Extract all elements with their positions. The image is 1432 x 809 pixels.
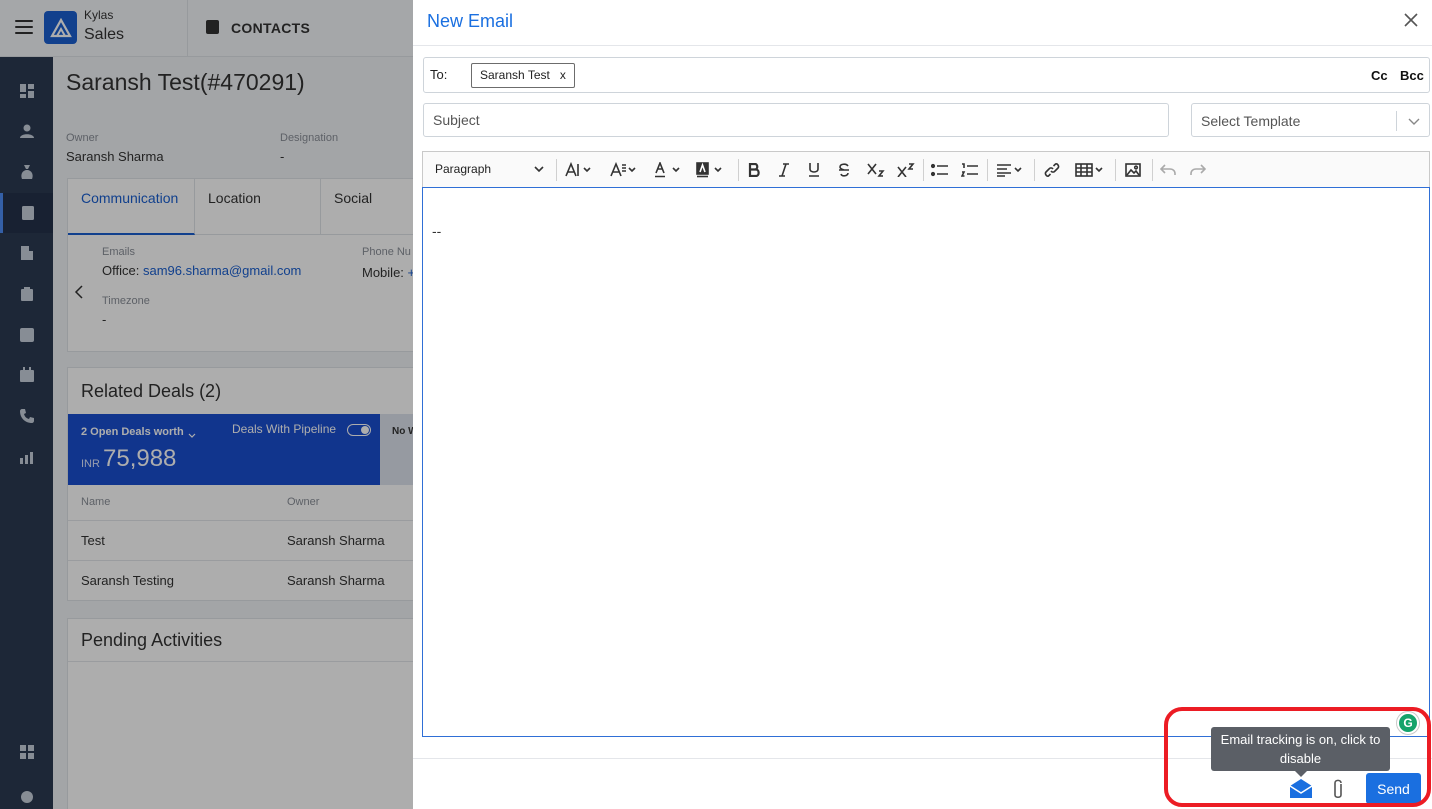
numbered-list-icon[interactable] [959,152,981,187]
link-icon[interactable] [1041,152,1063,187]
paragraph-style-label: Paragraph [435,162,492,176]
font-size-icon[interactable] [562,152,598,187]
text-align-icon[interactable] [993,152,1029,187]
subscript-icon[interactable] [865,152,887,187]
paragraph-style-dropdown[interactable]: Paragraph [423,152,555,187]
modal-backdrop[interactable] [0,0,413,809]
recipient-chip: Saransh Test x [471,63,575,88]
grammarly-icon[interactable]: G [1397,712,1419,734]
modal-title: New Email [427,11,514,31]
cc-button[interactable]: Cc [1371,68,1388,83]
italic-icon[interactable] [775,152,793,187]
send-button[interactable]: Send [1366,773,1421,804]
superscript-icon[interactable] [895,152,917,187]
redo-icon[interactable] [1187,152,1209,187]
header-divider [413,45,1432,46]
font-family-icon[interactable] [607,152,643,187]
attachment-icon[interactable] [1329,776,1347,800]
new-email-modal: New Email To: Saransh Test x Cc Bcc Sele… [413,0,1432,809]
signature-separator: -- [432,223,442,239]
font-color-icon[interactable] [651,152,687,187]
remove-recipient-icon[interactable]: x [560,64,566,87]
to-field[interactable]: To: Saransh Test x Cc Bcc [423,57,1430,93]
template-select[interactable]: Select Template [1191,103,1430,137]
bcc-button[interactable]: Bcc [1400,68,1424,83]
template-placeholder: Select Template [1201,113,1301,129]
underline-icon[interactable] [805,152,823,187]
strikethrough-icon[interactable] [835,152,853,187]
to-label: To: [430,67,448,82]
image-icon[interactable] [1122,152,1144,187]
email-tracking-icon[interactable] [1289,777,1313,799]
bold-icon[interactable] [745,152,763,187]
undo-icon[interactable] [1157,152,1179,187]
email-tracking-tooltip: Email tracking is on, click to disable [1211,727,1390,777]
editor-toolbar: Paragraph [422,151,1430,188]
email-body-editor[interactable]: -- G [422,187,1430,737]
table-icon[interactable] [1073,152,1109,187]
bulleted-list-icon[interactable] [929,152,951,187]
chevron-down-icon[interactable] [1407,114,1421,128]
background-color-icon[interactable] [693,152,729,187]
recipient-name: Saransh Test [480,68,550,82]
subject-input[interactable] [423,103,1169,137]
close-icon[interactable] [1403,12,1419,28]
